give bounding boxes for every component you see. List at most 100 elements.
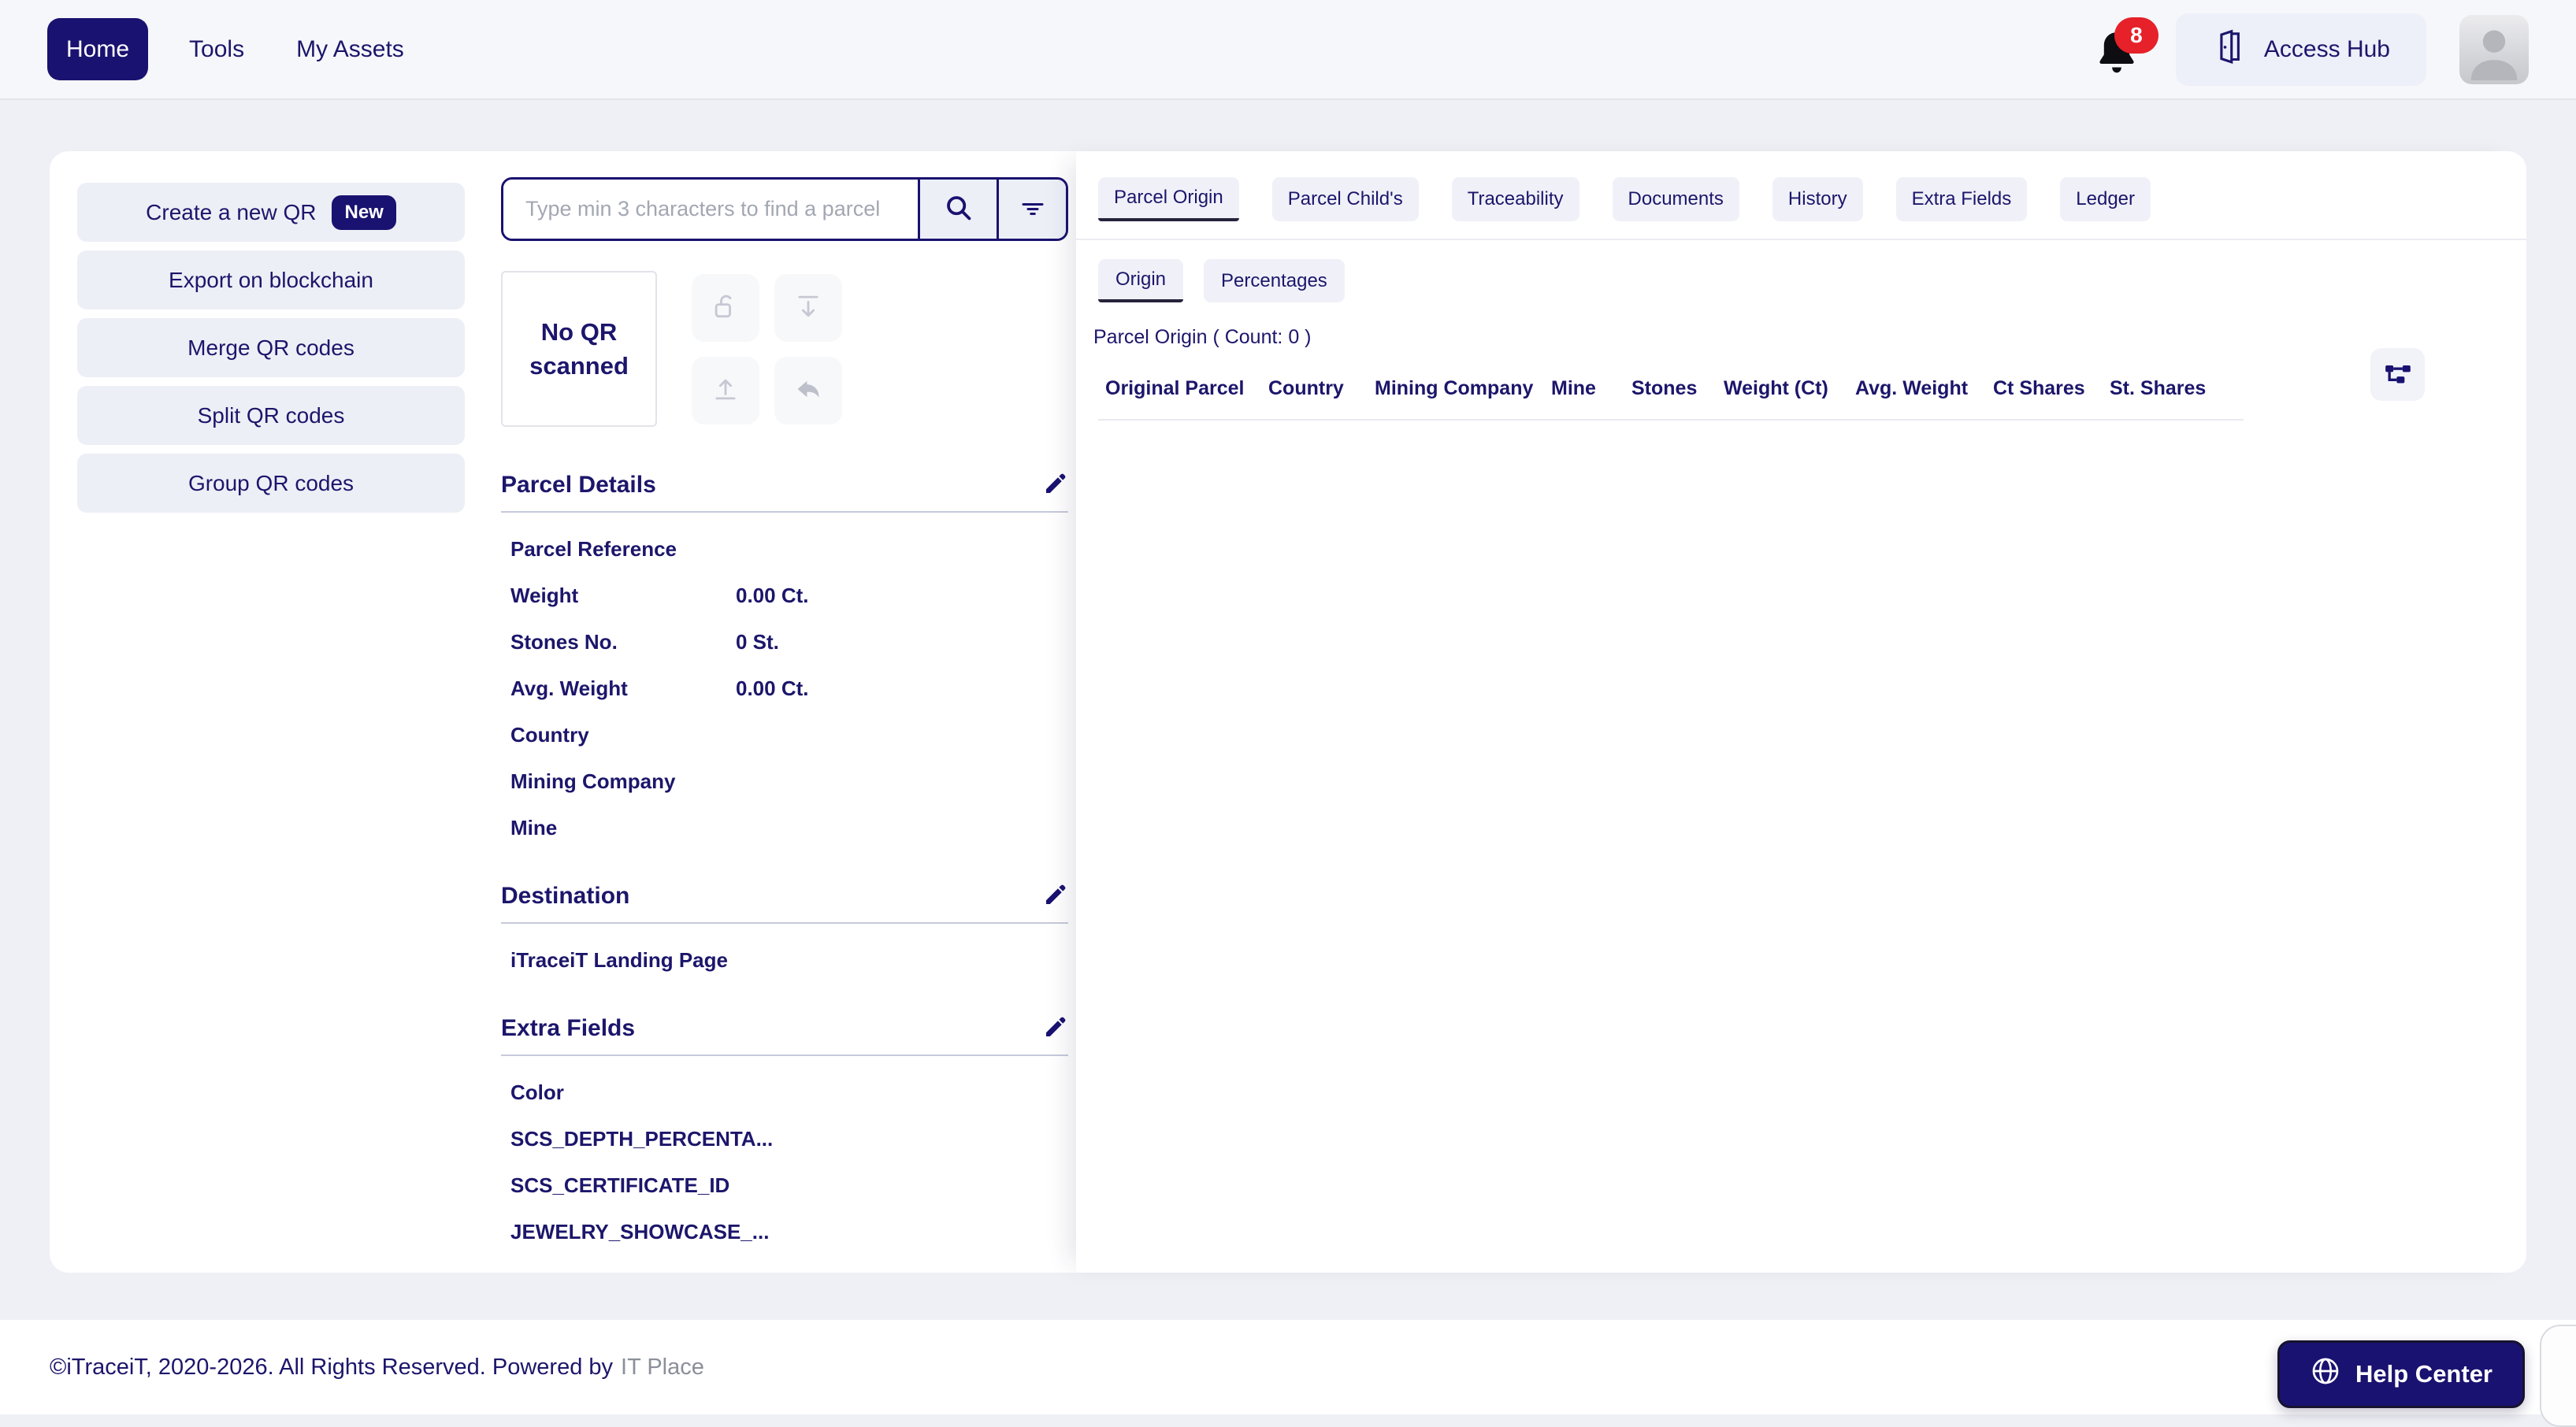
tab-ledger[interactable]: Ledger xyxy=(2060,177,2151,221)
merge-qr-button[interactable]: Merge QR codes xyxy=(77,318,465,377)
edit-destination-button[interactable] xyxy=(1043,882,1068,910)
tab-parcel-origin[interactable]: Parcel Origin xyxy=(1098,177,1239,221)
nav-item-tools[interactable]: Tools xyxy=(178,36,255,63)
detail-row: SCS_DEPTH_PERCENTA... xyxy=(510,1127,774,1151)
destination-section: Destination iTraceiT Landing Page xyxy=(501,882,1068,970)
column-header: Mine xyxy=(1551,377,1596,399)
detail-row: Parcel Reference xyxy=(510,537,677,561)
parcel-details-section: Parcel Details Parcel Reference Weight 0… xyxy=(501,471,1068,838)
door-icon xyxy=(2212,28,2247,72)
user-avatar[interactable] xyxy=(2459,14,2529,84)
parcel-origin-count: Parcel Origin ( Count: 0 ) xyxy=(1093,326,1312,348)
detail-row: Mine xyxy=(510,816,558,840)
footer-brand: IT Place xyxy=(621,1354,704,1380)
split-qr-button[interactable]: Split QR codes xyxy=(77,386,465,445)
destination-title: Destination xyxy=(501,882,630,909)
nav-right: 8 Access Hub xyxy=(2095,13,2529,86)
filter-button[interactable] xyxy=(997,180,1066,239)
qr-actions-sidebar: Create a new QR New Export on blockchain… xyxy=(50,151,501,1273)
divider xyxy=(501,511,1068,513)
tab-history[interactable]: History xyxy=(1772,177,1863,221)
filter-lines-icon xyxy=(1019,194,1047,224)
nav-item-my-assets[interactable]: My Assets xyxy=(285,36,415,63)
help-center-label: Help Center xyxy=(2355,1360,2492,1388)
detail-row: iTraceiT Landing Page xyxy=(510,948,728,972)
origin-table-header: Original Parcel Country Mining Company M… xyxy=(1105,377,2526,400)
upload-icon xyxy=(711,374,741,406)
top-nav: Home Tools My Assets 8 Access Hub xyxy=(0,0,2576,100)
column-header: Avg. Weight xyxy=(1855,377,1969,399)
tab-documents[interactable]: Documents xyxy=(1612,177,1739,221)
download-icon xyxy=(793,291,823,324)
panel-tabs: Parcel Origin Parcel Child's Traceabilit… xyxy=(1098,177,2526,221)
no-qr-text: No QR scanned xyxy=(529,317,629,380)
bell-icon xyxy=(2095,32,2138,80)
detail-row: Avg. Weight 0.00 Ct. xyxy=(510,676,809,700)
pencil-icon xyxy=(1043,884,1068,910)
extra-fields-title: Extra Fields xyxy=(501,1014,636,1041)
nav-item-home[interactable]: Home xyxy=(47,18,149,80)
node-graph-icon xyxy=(2382,358,2414,391)
footer: ©iTraceiT, 2020-2026. All Rights Reserve… xyxy=(0,1320,2576,1414)
undo-arrow-icon xyxy=(793,374,823,406)
origin-subtabs: Origin Percentages xyxy=(1098,259,2526,302)
detail-row: Country xyxy=(510,723,589,747)
create-new-qr-button[interactable]: Create a new QR New xyxy=(77,183,465,242)
divider xyxy=(501,922,1068,924)
notifications-button[interactable]: 8 xyxy=(2095,17,2158,80)
detail-row: JEWELRY_SHOWCASE_... xyxy=(510,1220,770,1244)
extra-fields-section: Extra Fields Color SCS_DEPTH_PERCENTA... xyxy=(501,1014,1068,1242)
column-header: Country xyxy=(1268,377,1344,399)
unlock-icon xyxy=(711,291,741,324)
create-new-qr-label: Create a new QR xyxy=(146,199,317,224)
tab-extra-fields[interactable]: Extra Fields xyxy=(1895,177,2028,221)
qr-action-grid xyxy=(692,273,842,424)
parcel-summary-column: No QR scanned xyxy=(501,151,1068,1273)
column-header: Weight (Ct) xyxy=(1724,377,1828,399)
column-header: Mining Company xyxy=(1375,377,1534,399)
subtab-origin[interactable]: Origin xyxy=(1098,259,1184,302)
detail-row: Weight 0.00 Ct. xyxy=(510,584,809,607)
detail-row: Stones No. 0 St. xyxy=(510,630,779,654)
parcel-details-title: Parcel Details xyxy=(501,471,656,498)
upload-button[interactable] xyxy=(692,356,759,424)
detail-row: SCS_CERTIFICATE_ID xyxy=(510,1173,730,1197)
undo-button[interactable] xyxy=(774,356,842,424)
copyright-text: ©iTraceiT, 2020-2026. All Rights Reserve… xyxy=(50,1354,614,1380)
parcel-detail-panel: Parcel Origin Parcel Child's Traceabilit… xyxy=(1076,151,2526,1273)
parcel-search-input[interactable] xyxy=(503,180,918,239)
edit-parcel-details-button[interactable] xyxy=(1043,471,1068,499)
main-card: Create a new QR New Export on blockchain… xyxy=(50,151,2526,1273)
tab-traceability[interactable]: Traceability xyxy=(1451,177,1579,221)
pencil-icon xyxy=(1043,473,1068,499)
new-badge: New xyxy=(332,195,396,230)
edit-extra-fields-button[interactable] xyxy=(1043,1014,1068,1042)
search-button[interactable] xyxy=(918,180,997,239)
access-hub-button[interactable]: Access Hub xyxy=(2175,13,2426,86)
corner-widget-peek xyxy=(2540,1325,2576,1427)
export-blockchain-button[interactable]: Export on blockchain xyxy=(77,250,465,309)
subtab-percentages[interactable]: Percentages xyxy=(1204,259,1345,302)
divider xyxy=(1076,239,2526,240)
column-header: Original Parcel xyxy=(1105,377,1245,399)
column-header: Stones xyxy=(1631,377,1698,399)
divider xyxy=(1098,419,2244,421)
magnifier-icon xyxy=(944,193,974,225)
pencil-icon xyxy=(1043,1017,1068,1042)
globe-icon xyxy=(2310,1355,2341,1393)
parcel-search-bar xyxy=(501,177,1068,241)
download-button[interactable] xyxy=(774,273,842,342)
notification-count-badge: 8 xyxy=(2114,17,2158,54)
main-nav: Home Tools My Assets xyxy=(47,18,415,80)
detail-row: Mining Company xyxy=(510,769,676,793)
table-columns-config-button[interactable] xyxy=(2370,348,2425,401)
group-qr-button[interactable]: Group QR codes xyxy=(77,454,465,513)
person-icon xyxy=(2465,22,2523,84)
tab-parcel-childs[interactable]: Parcel Child's xyxy=(1271,177,1419,221)
qr-scan-row: No QR scanned xyxy=(501,271,1068,427)
qr-preview-box: No QR scanned xyxy=(501,271,657,427)
divider xyxy=(501,1054,1068,1056)
help-center-button[interactable]: Help Center xyxy=(2277,1340,2525,1408)
page: { "nav": { "items": [ { "label": "Home" … xyxy=(0,0,2576,1427)
unlock-button[interactable] xyxy=(692,273,759,342)
